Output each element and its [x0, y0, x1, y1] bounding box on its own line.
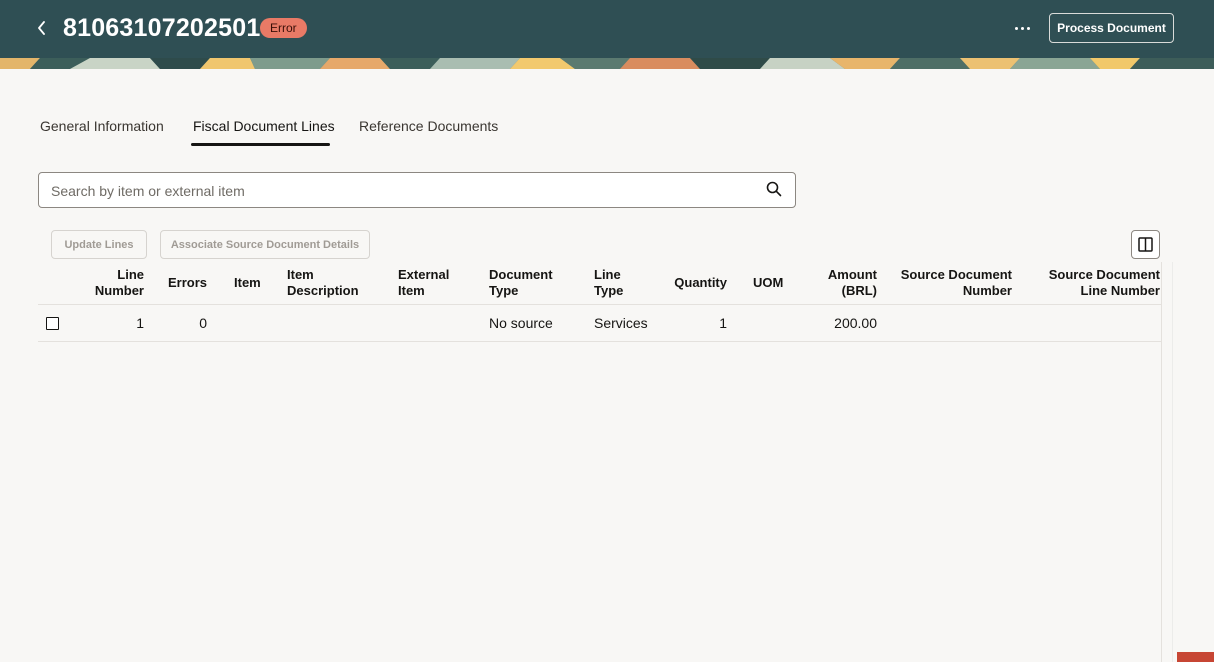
column-header-source-document-line-number[interactable]: Source Document Line Number [1040, 267, 1160, 299]
column-header-line-number[interactable]: Line Number [84, 267, 144, 299]
decorative-banner [0, 58, 1214, 69]
more-actions-button[interactable] [1008, 16, 1036, 40]
column-header-text: Errors [167, 275, 207, 290]
columns-icon [1138, 237, 1153, 252]
column-header-line-type[interactable]: Line Type [594, 267, 654, 299]
back-button[interactable] [30, 15, 54, 41]
column-header-text: Quantity [674, 275, 727, 290]
cell-errors: 0 [199, 315, 207, 331]
column-header-text: Line Number [1080, 283, 1160, 298]
vertical-scrollbar[interactable] [1172, 262, 1173, 662]
search-field[interactable] [38, 172, 796, 208]
tab-fiscal-document-lines[interactable]: Fiscal Document Lines [193, 110, 335, 146]
table-header-divider [38, 304, 1162, 305]
column-header-text: Item [287, 267, 314, 282]
cell-line-number: 1 [136, 315, 144, 331]
search-icon[interactable] [765, 180, 783, 198]
row-select-checkbox[interactable] [46, 317, 59, 330]
tab-general-information[interactable]: General Information [40, 110, 164, 146]
column-header-text: Source Document [1048, 267, 1160, 282]
corner-accent [1177, 652, 1214, 662]
column-header-text: Document [489, 267, 553, 282]
column-header-item-description[interactable]: Item Description [287, 267, 377, 299]
column-header-text: Line [594, 267, 621, 282]
column-header-item[interactable]: Item [234, 275, 274, 291]
page-header: 81063107202501 Error Process Document [0, 0, 1214, 58]
column-header-text: Type [594, 283, 624, 298]
cell-amount: 200.00 [834, 315, 877, 331]
column-header-text: Amount [827, 267, 877, 282]
column-header-document-type[interactable]: Document Type [489, 267, 569, 299]
column-header-text: Line [117, 267, 144, 282]
tab-reference-documents[interactable]: Reference Documents [359, 110, 498, 146]
column-header-text: Source Document [900, 267, 1012, 282]
process-document-button[interactable]: Process Document [1049, 13, 1174, 43]
column-header-errors[interactable]: Errors [157, 275, 207, 291]
column-header-text: Item [398, 283, 425, 298]
column-header-text: (BRL) [841, 283, 877, 298]
cell-document-type: No source [489, 315, 553, 331]
column-header-text: Number [962, 283, 1012, 298]
column-header-text: External [398, 267, 450, 282]
column-header-source-document-number[interactable]: Source Document Number [892, 267, 1012, 299]
column-header-text: Number [94, 283, 144, 298]
manage-columns-button[interactable] [1131, 230, 1160, 259]
active-tab-indicator [191, 143, 330, 146]
table-row-divider [38, 341, 1162, 342]
column-header-text: Description [287, 283, 359, 298]
column-header-quantity[interactable]: Quantity [657, 275, 727, 291]
update-lines-button[interactable]: Update Lines [51, 230, 147, 259]
column-header-text: UOM [753, 275, 784, 290]
cell-quantity: 1 [719, 315, 727, 331]
associate-source-document-button[interactable]: Associate Source Document Details [160, 230, 370, 259]
column-header-external-item[interactable]: External Item [398, 267, 478, 299]
table-right-border [1161, 262, 1162, 662]
cell-line-type: Services [594, 315, 648, 331]
more-horizontal-icon [1014, 26, 1018, 30]
page-title: 81063107202501 [63, 14, 261, 42]
column-header-text: Type [489, 283, 519, 298]
search-input[interactable] [51, 181, 731, 201]
chevron-left-icon [38, 21, 45, 35]
more-horizontal-icon-dot [1020, 26, 1024, 30]
more-horizontal-icon-dot [1026, 26, 1030, 30]
column-header-uom[interactable]: UOM [753, 275, 793, 291]
status-badge: Error [260, 18, 307, 38]
column-header-amount[interactable]: Amount (BRL) [807, 267, 877, 299]
column-header-text: Item [234, 275, 261, 290]
